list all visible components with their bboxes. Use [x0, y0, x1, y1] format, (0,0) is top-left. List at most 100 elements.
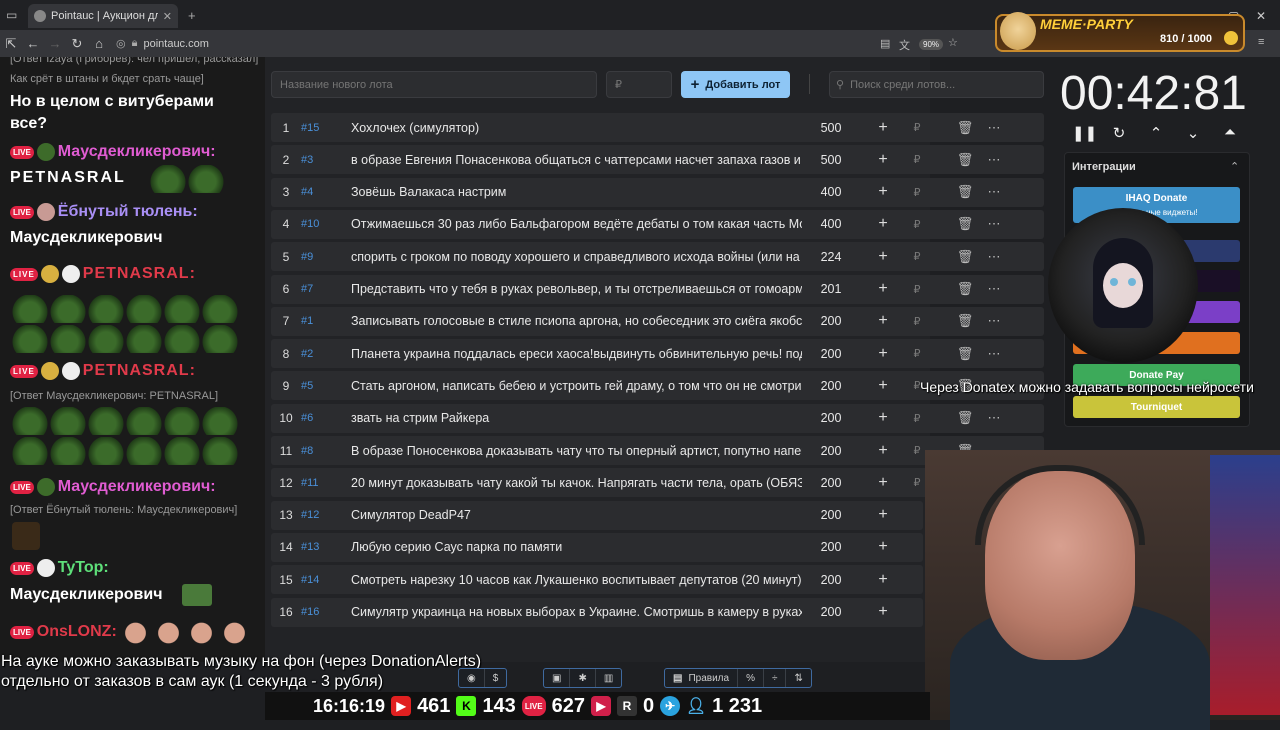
- bookmark-star-icon[interactable]: ☆: [948, 36, 958, 49]
- chevron-up-icon[interactable]: ⌃: [1145, 124, 1167, 142]
- more-icon[interactable]: ⋯: [984, 120, 1004, 136]
- lot-amount[interactable]: 200: [802, 314, 860, 328]
- lot-amount[interactable]: 200: [802, 540, 860, 554]
- reader-icon[interactable]: ▤: [880, 37, 890, 50]
- clear-icon[interactable]: ▥: [596, 669, 621, 687]
- save-icon[interactable]: ▣: [544, 669, 571, 687]
- lot-amount[interactable]: 500: [802, 153, 860, 167]
- add-amount-icon[interactable]: +: [872, 442, 894, 460]
- more-icon[interactable]: ⋯: [984, 184, 1004, 200]
- pause-icon[interactable]: ❚❚: [1072, 124, 1097, 142]
- lot-row[interactable]: 13 #12 Симулятор DeadP47 200 +: [271, 500, 923, 530]
- add-amount-icon[interactable]: +: [872, 377, 894, 395]
- more-icon[interactable]: ⋯: [984, 346, 1004, 362]
- more-icon[interactable]: ⋯: [984, 313, 1004, 329]
- ruble-icon[interactable]: ₽: [908, 153, 926, 166]
- lot-row[interactable]: 14 #13 Любую серию Саус парка по памяти 200…: [271, 532, 923, 562]
- lot-amount[interactable]: 400: [802, 185, 860, 199]
- ruble-icon[interactable]: ₽: [908, 218, 926, 231]
- lot-name[interactable]: Хохлочех (симулятор): [351, 121, 802, 135]
- lot-name[interactable]: Любую серию Саус парка по памяти: [351, 540, 802, 554]
- lot-name[interactable]: Отжимаешься 30 раз либо Бальфагором ведё…: [351, 217, 802, 231]
- lot-name[interactable]: Стать аргоном, написать бебею и устроить…: [351, 379, 802, 393]
- lot-amount[interactable]: 200: [802, 411, 860, 425]
- lot-row[interactable]: 6 #7 Представить что у тебя в руках револь…: [271, 274, 1044, 304]
- menu-icon[interactable]: ≡: [1258, 36, 1264, 48]
- translate-icon[interactable]: 文: [899, 37, 910, 53]
- lot-name[interactable]: спорить с гроком по поводу хорошего и сп…: [351, 250, 802, 264]
- lot-row[interactable]: 2 #3 в образе Евгения Понасенкова общаться…: [271, 145, 1044, 175]
- add-amount-icon[interactable]: +: [872, 151, 894, 169]
- add-amount-icon[interactable]: +: [872, 119, 894, 137]
- add-amount-icon[interactable]: +: [872, 215, 894, 233]
- more-icon[interactable]: ⋯: [984, 410, 1004, 426]
- lot-name[interactable]: Смотреть нарезку 10 часов как Лукашенко …: [351, 573, 802, 587]
- collapse-icon[interactable]: ⌃: [1230, 160, 1239, 173]
- sort-icon[interactable]: ⇅: [786, 669, 810, 687]
- double-chevron-up-icon[interactable]: ⏶: [1219, 124, 1241, 141]
- trash-icon[interactable]: 🗑︎: [956, 216, 974, 232]
- lot-name[interactable]: Симулятр украинца на новых выборах в Укр…: [351, 605, 802, 619]
- sidebar-icon[interactable]: ⇱: [0, 36, 22, 52]
- search-input[interactable]: ⚲ Поиск среди лотов...: [829, 71, 1044, 98]
- trash-icon[interactable]: 🗑︎: [956, 152, 974, 168]
- lot-amount[interactable]: 200: [802, 508, 860, 522]
- lot-name[interactable]: в образе Евгения Понасенкова общаться с …: [351, 153, 802, 167]
- close-tab-icon[interactable]: ✕: [163, 10, 172, 23]
- back-icon[interactable]: ←: [22, 36, 44, 51]
- reset-icon[interactable]: ↻: [1108, 124, 1130, 142]
- trash-icon[interactable]: 🗑︎: [956, 249, 974, 265]
- site-info-icon[interactable]: ◎: [116, 37, 126, 50]
- lot-amount[interactable]: 400: [802, 217, 860, 231]
- reload-icon[interactable]: ↻: [66, 36, 88, 52]
- lot-name[interactable]: 20 минут доказывать чату какой ты качок.…: [351, 476, 802, 490]
- integration-button[interactable]: Tourniquet: [1073, 396, 1240, 418]
- lot-amount[interactable]: 200: [802, 476, 860, 490]
- github-icon[interactable]: ◉: [459, 669, 485, 687]
- ruble-icon[interactable]: ₽: [908, 476, 926, 489]
- ruble-icon[interactable]: ₽: [908, 186, 926, 199]
- lot-row[interactable]: 8 #2 Планета украина поддалась ереси хаоса…: [271, 339, 1044, 369]
- more-icon[interactable]: ⋯: [984, 152, 1004, 168]
- split-icon[interactable]: ÷: [764, 669, 787, 687]
- lot-name[interactable]: звать на стрим Райкера: [351, 411, 802, 425]
- add-amount-icon[interactable]: +: [872, 506, 894, 524]
- tab-actions-icon[interactable]: ▭: [6, 8, 17, 22]
- ruble-icon[interactable]: ₽: [908, 412, 926, 425]
- lot-amount[interactable]: 200: [802, 379, 860, 393]
- percent-icon[interactable]: %: [738, 669, 764, 687]
- browser-tab[interactable]: Pointauc | Аукцион для стримеров ✕: [28, 4, 178, 28]
- add-amount-icon[interactable]: +: [872, 183, 894, 201]
- lot-amount[interactable]: 200: [802, 573, 860, 587]
- more-icon[interactable]: ⋯: [984, 216, 1004, 232]
- add-amount-icon[interactable]: +: [872, 538, 894, 556]
- lot-amount[interactable]: 224: [802, 250, 860, 264]
- ruble-icon[interactable]: ₽: [908, 444, 926, 457]
- lot-amount[interactable]: 200: [802, 444, 860, 458]
- add-amount-icon[interactable]: +: [872, 248, 894, 266]
- trash-icon[interactable]: 🗑︎: [956, 281, 974, 297]
- lot-name[interactable]: Зовёшь Валакаса настрим: [351, 185, 802, 199]
- ruble-icon[interactable]: ₽: [908, 315, 926, 328]
- dollar-icon[interactable]: $: [485, 669, 507, 687]
- close-window-icon[interactable]: ✕: [1256, 9, 1266, 23]
- lot-row[interactable]: 7 #1 Записывать голосовые в стиле псиопа а…: [271, 306, 1044, 336]
- zoom-level[interactable]: 90%: [919, 39, 944, 50]
- add-amount-icon[interactable]: +: [872, 409, 894, 427]
- lot-name[interactable]: В образе Поносенкова доказывать чату что…: [351, 444, 802, 458]
- add-amount-icon[interactable]: +: [872, 603, 894, 621]
- new-lot-input[interactable]: [271, 71, 597, 98]
- lot-name[interactable]: Представить что у тебя в руках револьвер…: [351, 282, 802, 296]
- lot-row[interactable]: 10 #6 звать на стрим Райкера 200 + ₽ 🗑︎ ⋯: [271, 403, 1044, 433]
- more-icon[interactable]: ⋯: [984, 281, 1004, 297]
- more-icon[interactable]: ⋯: [984, 249, 1004, 265]
- trash-icon[interactable]: 🗑︎: [956, 120, 974, 136]
- ruble-icon[interactable]: ₽: [908, 283, 926, 296]
- lot-name[interactable]: Симулятор DeadP47: [351, 508, 802, 522]
- add-amount-icon[interactable]: +: [872, 474, 894, 492]
- lot-name[interactable]: Планета украина поддалась ереси хаоса!вы…: [351, 347, 802, 361]
- price-input[interactable]: [606, 71, 672, 98]
- lot-row[interactable]: 4 #10 Отжимаешься 30 раз либо Бальфагором …: [271, 209, 1044, 239]
- home-icon[interactable]: ⌂: [88, 36, 110, 51]
- lot-amount[interactable]: 201: [802, 282, 860, 296]
